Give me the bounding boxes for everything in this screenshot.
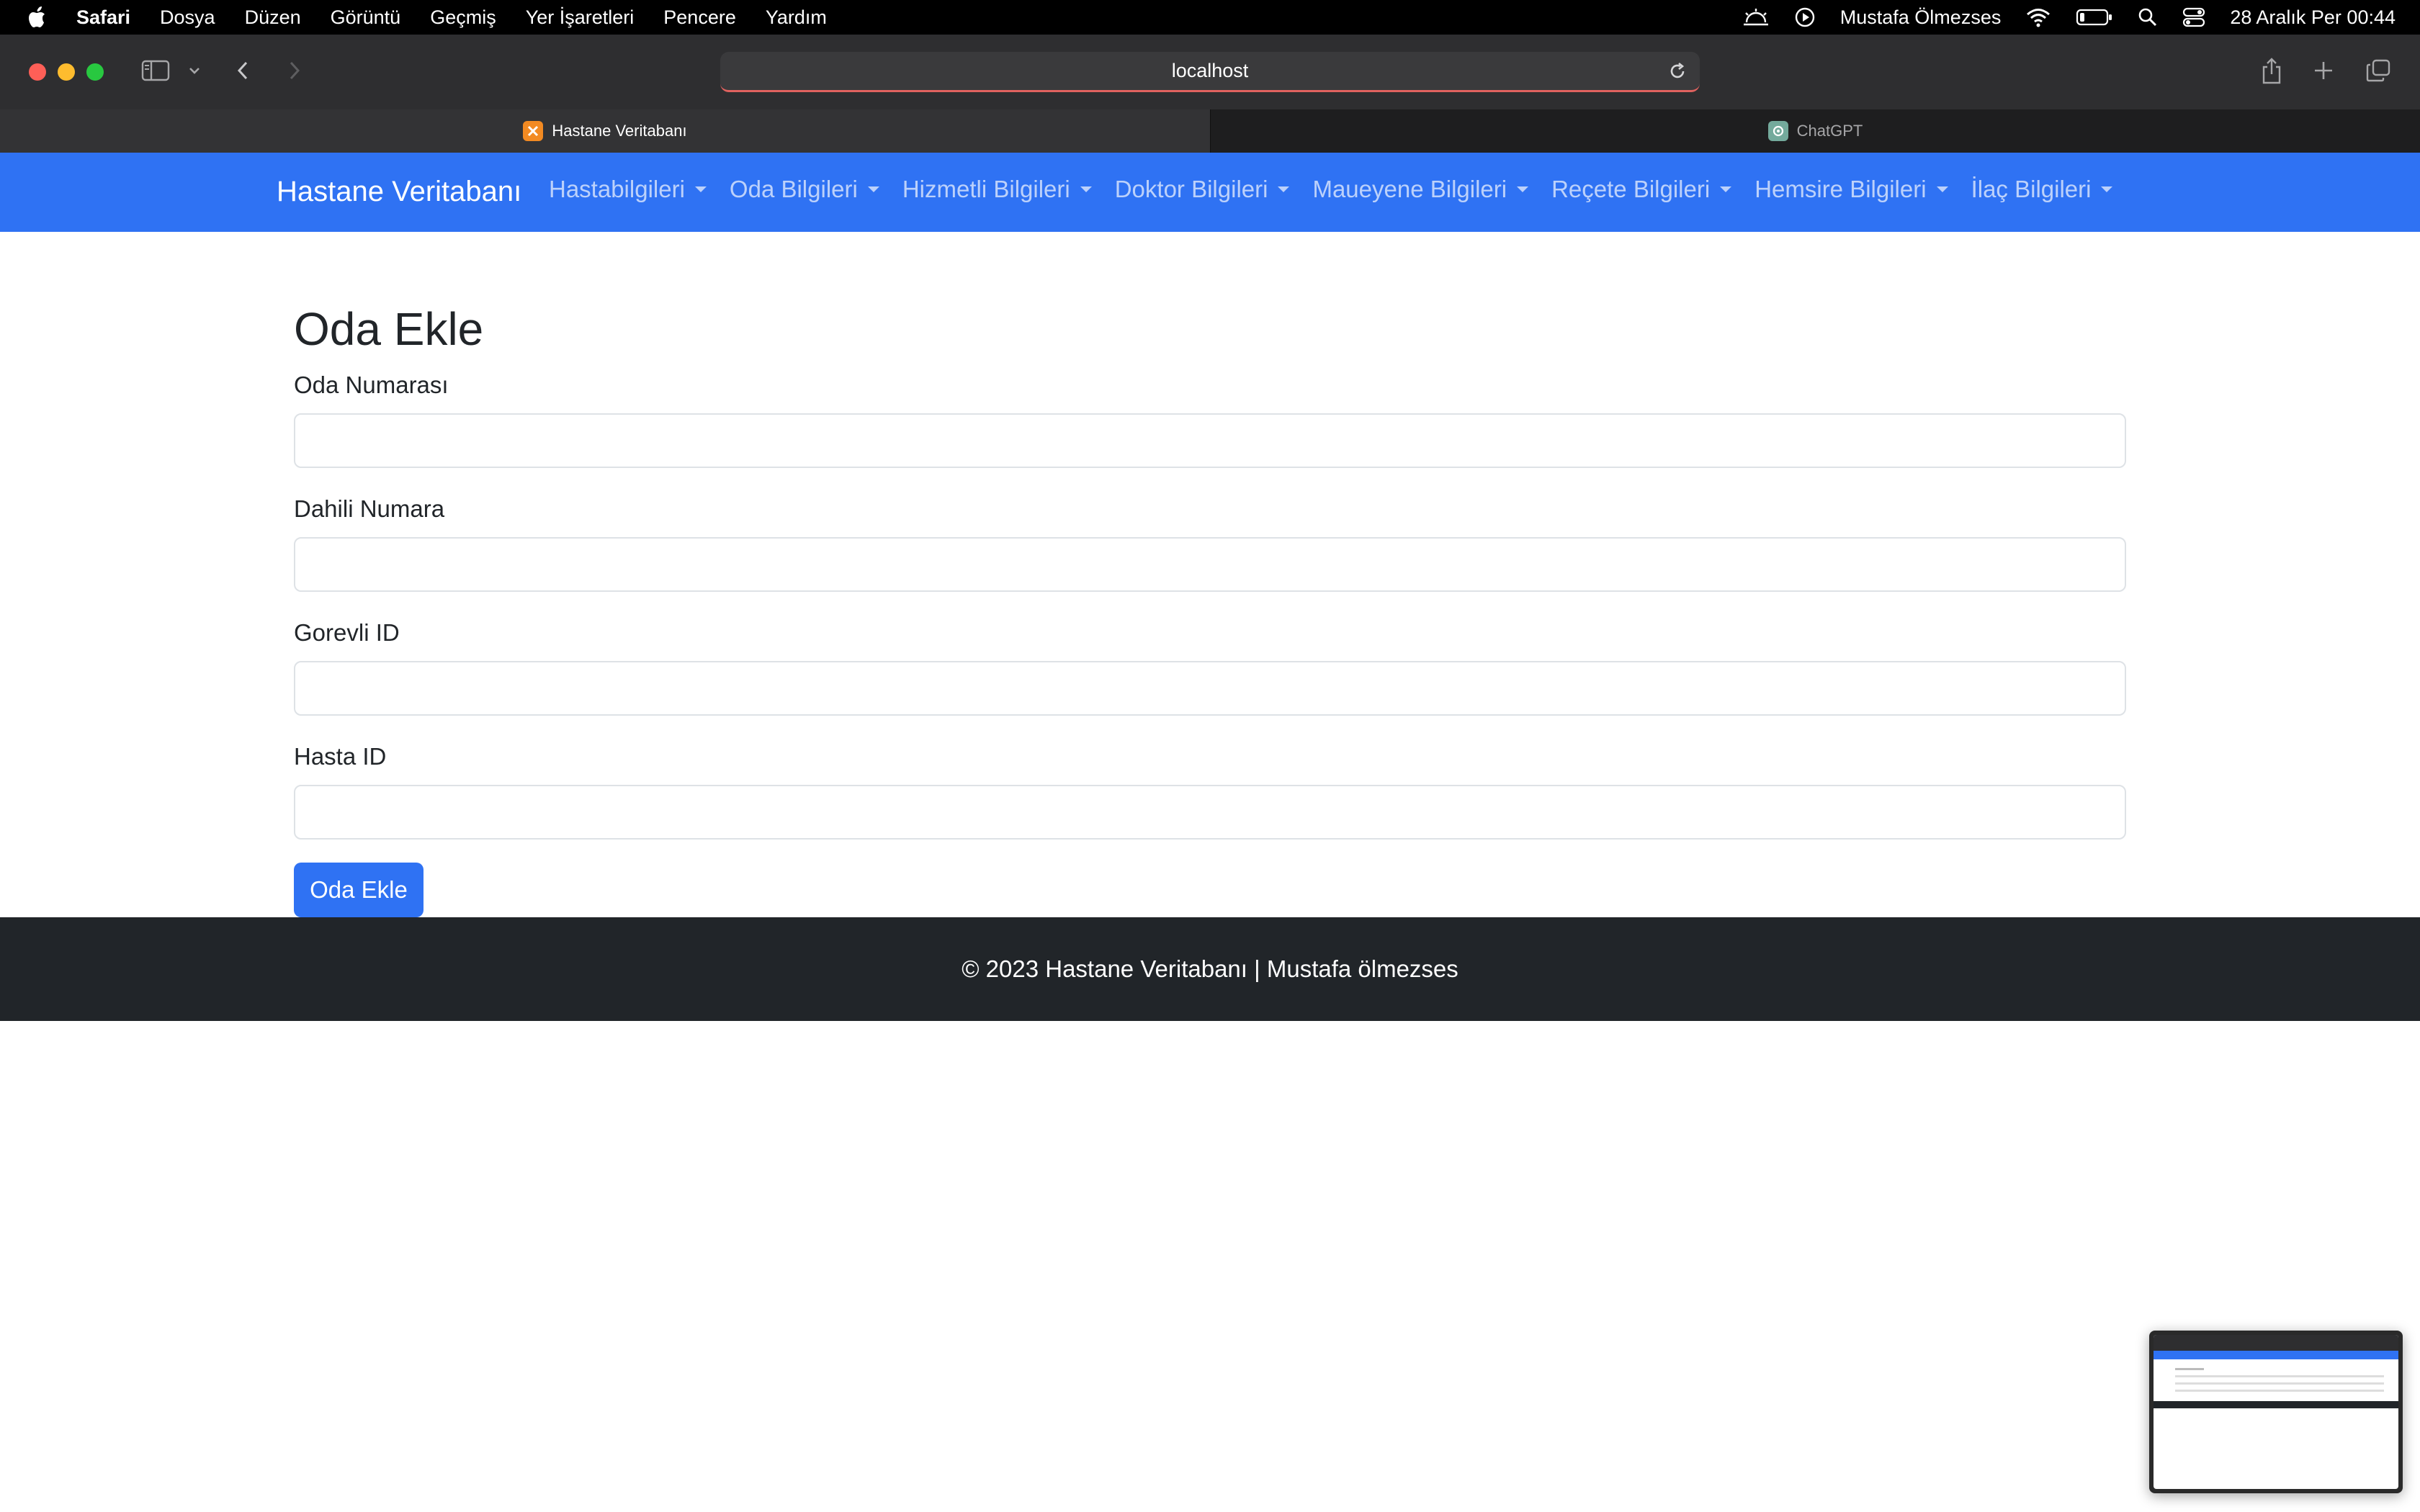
nav-label: Hastabilgileri [549,176,685,202]
chevron-down-icon[interactable] [186,56,203,85]
nav-dropdown-hastabilgileri[interactable]: Hastabilgileri [549,176,707,203]
hasta-id-label: Hasta ID [294,743,387,770]
tab-overview-icon[interactable] [2365,56,2391,85]
caret-down-icon [1080,186,1092,192]
nav-dropdown-oda-bilgileri[interactable]: Oda Bilgileri [730,176,879,203]
nav-label: Reçete Bilgileri [1551,176,1711,202]
chatgpt-favicon-icon [1767,121,1788,141]
nav-label: Maueyene Bilgileri [1312,176,1507,202]
back-chevron-icon[interactable] [232,56,254,85]
caret-down-icon [2101,186,2113,192]
menu-yer-isaretleri[interactable]: Yer İşaretleri [526,6,635,29]
caret-down-icon [1720,186,1732,192]
menu-user-name[interactable]: Mustafa Ölmezses [1840,6,2002,29]
menu-dosya[interactable]: Dosya [160,6,215,29]
nav-label: Hizmetli Bilgileri [902,176,1070,202]
navbar-brand[interactable]: Hastane Veritabanı [277,176,521,208]
forward-chevron-icon[interactable] [284,56,305,85]
nav-dropdown-hemsire-bilgileri[interactable]: Hemsire Bilgileri [1754,176,1948,203]
tab-label: Hastane Veritabanı [552,122,687,140]
oda-numarasi-label: Oda Numarası [294,372,449,398]
nav-label: Doktor Bilgileri [1114,176,1268,202]
xampp-favicon-icon [523,121,544,141]
screenshot-thumbnail[interactable] [2149,1331,2403,1493]
new-tab-plus-icon[interactable] [2311,56,2336,85]
caret-down-icon [867,186,879,192]
address-bar-url: localhost [1171,60,1249,81]
footer-copyright: © 2023 Hastane Veritabanı | Mustafa ölme… [962,955,1458,982]
nav-label: İlaç Bilgileri [1971,176,2092,202]
thumbnail-preview-image [2154,1335,2398,1489]
gorevli-id-input[interactable] [294,661,2126,716]
oda-numarasi-input[interactable] [294,413,2126,468]
macos-menu-bar: Safari Dosya Düzen Görüntü Geçmiş Yer İş… [0,0,2420,35]
window-minimize-button[interactable] [58,63,75,81]
nav-dropdown-ilac-bilgileri[interactable]: İlaç Bilgileri [1971,176,2113,203]
menu-datetime[interactable]: 28 Aralık Per 00:44 [2230,6,2396,29]
spotlight-search-icon[interactable] [2138,7,2158,27]
hasta-id-input[interactable] [294,785,2126,840]
tab-label: ChatGPT [1796,122,1863,140]
menu-app-safari[interactable]: Safari [76,6,130,29]
site-footer: © 2023 Hastane Veritabanı | Mustafa ölme… [0,917,2420,1021]
wifi-icon[interactable] [2025,7,2051,27]
oda-ekle-submit-button[interactable]: Oda Ekle [294,863,424,917]
now-playing-icon[interactable] [1794,6,1816,28]
apple-logo-icon[interactable] [27,5,49,30]
caret-down-icon [1278,186,1290,192]
share-icon[interactable] [2259,56,2285,85]
nav-dropdown-maueyene-bilgileri[interactable]: Maueyene Bilgileri [1312,176,1529,203]
sidebar-toggle-icon[interactable] [140,56,171,85]
page-title: Oda Ekle [294,303,484,355]
dahili-numara-label: Dahili Numara [294,495,445,522]
tab-hastane-veritabani[interactable]: Hastane Veritabanı [0,109,1210,153]
menu-gecmis[interactable]: Geçmiş [430,6,496,29]
caret-down-icon [694,186,707,192]
battery-icon[interactable] [2076,8,2113,27]
navbar-menu: Hastabilgileri Oda Bilgileri Hizmetli Bi… [549,176,2136,203]
reload-icon[interactable] [1667,60,1688,82]
nav-dropdown-doktor-bilgileri[interactable]: Doktor Bilgileri [1115,176,1290,203]
window-close-button[interactable] [29,63,46,81]
browser-toolbar: localhost [0,35,2420,109]
menu-yardim[interactable]: Yardım [766,6,827,29]
tab-bar: Hastane Veritabanı ChatGPT [0,109,2420,153]
control-center-icon[interactable] [2182,7,2205,27]
brightness-icon[interactable] [1742,8,1770,27]
dahili-numara-input[interactable] [294,537,2126,592]
tab-chatgpt[interactable]: ChatGPT [1210,109,2420,153]
caret-down-icon [1936,186,1948,192]
address-bar[interactable]: localhost [720,52,1700,92]
caret-down-icon [1517,186,1529,192]
nav-label: Hemsire Bilgileri [1754,176,1927,202]
window-zoom-button[interactable] [86,63,104,81]
gorevli-id-label: Gorevli ID [294,619,400,646]
site-navbar: Hastane Veritabanı Hastabilgileri Oda Bi… [0,153,2420,232]
menu-goruntu[interactable]: Görüntü [331,6,401,29]
menu-duzen[interactable]: Düzen [245,6,301,29]
nav-dropdown-recete-bilgileri[interactable]: Reçete Bilgileri [1551,176,1732,203]
nav-dropdown-hizmetli-bilgileri[interactable]: Hizmetli Bilgileri [902,176,1092,203]
menu-pencere[interactable]: Pencere [663,6,736,29]
nav-label: Oda Bilgileri [729,176,858,202]
